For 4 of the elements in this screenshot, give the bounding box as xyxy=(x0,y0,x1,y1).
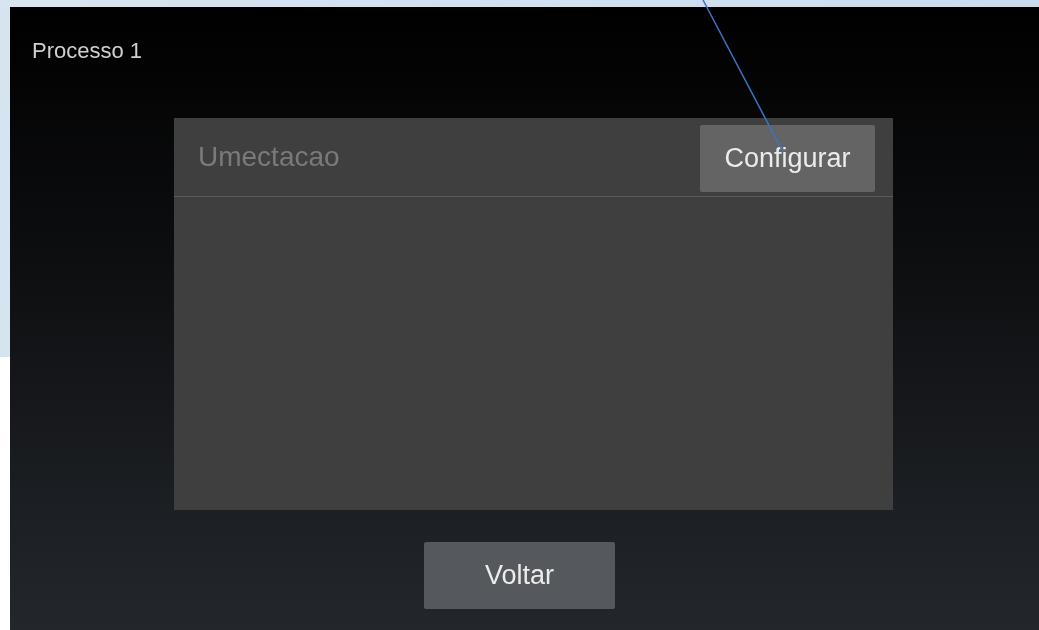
back-button[interactable]: Voltar xyxy=(424,542,615,609)
screen-title: Processo 1 xyxy=(32,39,143,63)
configure-button[interactable]: Configurar xyxy=(700,124,875,192)
panel-title: Umectacao xyxy=(198,141,340,173)
